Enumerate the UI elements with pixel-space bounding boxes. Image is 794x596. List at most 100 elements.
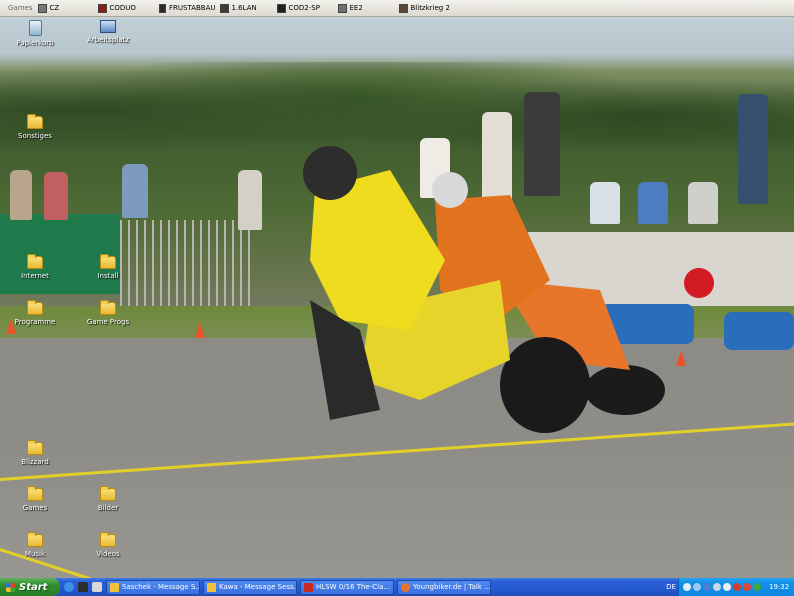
yellow-rider-helmet — [303, 146, 357, 200]
traffic-cone — [195, 322, 205, 338]
game-star-icon — [276, 3, 286, 13]
desktop-icon-game-progs[interactable]: Game Progs — [78, 300, 138, 326]
toolbar-item-label: CODUO — [109, 4, 136, 12]
folder-icon — [27, 486, 43, 501]
start-button[interactable]: Start — [0, 578, 60, 596]
folder-icon — [100, 254, 116, 269]
toolbar-item-coduo[interactable]: CODUO — [97, 0, 159, 16]
soldier-icon[interactable] — [92, 582, 102, 592]
toolbar-item-label: 1.6LAN — [231, 4, 257, 12]
desktop-icon-programme[interactable]: Programme — [5, 300, 65, 326]
counter-strike-icon — [219, 3, 229, 13]
desktop-icon-internet[interactable]: Internet — [5, 254, 65, 280]
desktop-icon-label: Arbeitsplatz — [87, 36, 129, 44]
toolbar-item-label: COD2-SP — [288, 4, 320, 12]
desktop-icon-label: Blizzard — [21, 458, 49, 466]
recycle-bin-icon — [28, 20, 42, 36]
tray-network-icon[interactable] — [693, 583, 701, 591]
msn-icon — [207, 582, 216, 592]
desktop-icon-arbeitsplatz[interactable]: Arbeitsplatz — [78, 20, 138, 44]
desktop-icon-papierkorb[interactable]: Papierkorb — [5, 20, 65, 47]
toolbar-item-1-6lan[interactable]: 1.6LAN — [219, 0, 277, 16]
rear-wheel-orange — [585, 365, 665, 415]
folder-icon — [27, 254, 43, 269]
window-icon — [337, 3, 347, 13]
quick-launch-toolbar: Games CZ CODUO FRUSTABBAU 1.6LAN COD2-SP… — [0, 0, 794, 17]
spectator — [122, 164, 148, 218]
taskbar-button-kawa[interactable]: Kawa - Message Sess... — [203, 579, 297, 595]
taskbar-button-hlsw[interactable]: HLSW 0/16 The-Cla... — [300, 579, 394, 595]
taskbar-button-saschek[interactable]: Saschek - Message S... — [106, 579, 200, 595]
toolbar-item-label: EE2 — [349, 4, 363, 12]
tray-volume-icon[interactable] — [723, 583, 731, 591]
toolbar-label: Games — [8, 4, 33, 12]
firefox-icon — [401, 582, 410, 592]
desktop-icon-musik[interactable]: Musik — [5, 532, 65, 558]
desktop-icon-videos[interactable]: Videos — [78, 532, 138, 558]
spectator — [10, 170, 32, 220]
front-wheel-yellow — [500, 337, 590, 433]
desktop-icon-label: Papierkorb — [16, 39, 54, 47]
soldier-icon — [158, 3, 166, 13]
tray-security-icon[interactable] — [703, 583, 711, 591]
folder-icon — [27, 532, 43, 547]
desktop-icon-label: Programme — [14, 318, 56, 326]
desktop-icon-label: Sonstiges — [18, 132, 52, 140]
internet-explorer-icon[interactable] — [64, 582, 74, 592]
desktop-icon-label: Musik — [24, 550, 46, 558]
fence — [120, 220, 250, 306]
quick-launch-area — [60, 578, 106, 596]
msn-icon — [110, 582, 119, 592]
tank-icon — [398, 3, 408, 13]
game-star-icon — [97, 3, 107, 13]
red-circle-logo — [684, 268, 714, 298]
folder-icon — [100, 532, 116, 547]
folder-icon — [100, 486, 116, 501]
tray-antivirus-icon[interactable] — [733, 583, 741, 591]
folder-icon — [27, 300, 43, 315]
desktop-icon-install[interactable]: Install — [78, 254, 138, 280]
toolbar-item-cz[interactable]: CZ — [37, 0, 98, 16]
windows-logo-icon — [6, 582, 15, 592]
tray-update-icon[interactable] — [753, 583, 761, 591]
air-bag — [724, 312, 794, 350]
desktop-icon-label: Install — [97, 272, 119, 280]
toolbar-item-label: FRUSTABBAU — [169, 4, 216, 12]
hlsw-icon — [304, 582, 313, 592]
desktop-icon-label: Game Progs — [86, 318, 130, 326]
folder-icon — [27, 114, 43, 129]
desktop-icon-label: Games — [22, 504, 48, 512]
orange-rider-helmet — [432, 172, 468, 208]
taskbar-button-label: HLSW 0/16 The-Cla... — [316, 583, 391, 591]
toolbar-item-label: CZ — [49, 4, 60, 12]
spectator — [44, 172, 68, 220]
counter-strike-icon[interactable] — [78, 582, 88, 592]
taskbar-button-label: Saschek - Message S... — [122, 583, 200, 591]
toolbar-item-blitzkrieg-2[interactable]: Blitzkrieg 2 — [398, 0, 483, 16]
toolbar-item-cod2-sp[interactable]: COD2-SP — [276, 0, 338, 16]
tray-app-icon[interactable] — [713, 583, 721, 591]
desktop-icon-label: Internet — [21, 272, 49, 280]
folder-icon — [27, 440, 43, 455]
language-indicator[interactable]: DE — [666, 578, 676, 596]
tray-clock[interactable]: 19:32 — [769, 583, 789, 591]
toolbar-item-ee2[interactable]: EE2 — [337, 0, 399, 16]
tray-app-icon[interactable] — [743, 583, 751, 591]
motorcycle-racers — [303, 146, 665, 433]
my-computer-icon — [100, 20, 116, 33]
desktop-icon-bilder[interactable]: Bilder — [78, 486, 138, 512]
taskbar-button-label: Youngbiker.de | Talk ... — [413, 583, 491, 591]
taskbar: Start Saschek - Message S... Kawa - Mess… — [0, 578, 794, 596]
spectator — [688, 182, 718, 224]
desktop-icon-sonstiges[interactable]: Sonstiges — [5, 114, 65, 140]
tray-clock-app-icon[interactable] — [683, 583, 691, 591]
toolbar-item-frustabbau[interactable]: FRUSTABBAU — [158, 0, 220, 16]
toolbar-item-label: Blitzkrieg 2 — [410, 4, 450, 12]
system-tray: 19:32 — [678, 578, 794, 596]
desktop-icon-games[interactable]: Games — [5, 486, 65, 512]
spectator — [738, 94, 768, 204]
taskbar-button-youngbiker[interactable]: Youngbiker.de | Talk ... — [397, 579, 491, 595]
folder-icon — [100, 300, 116, 315]
window-icon — [37, 3, 47, 13]
desktop-icon-blizzard[interactable]: Blizzard — [5, 440, 65, 466]
